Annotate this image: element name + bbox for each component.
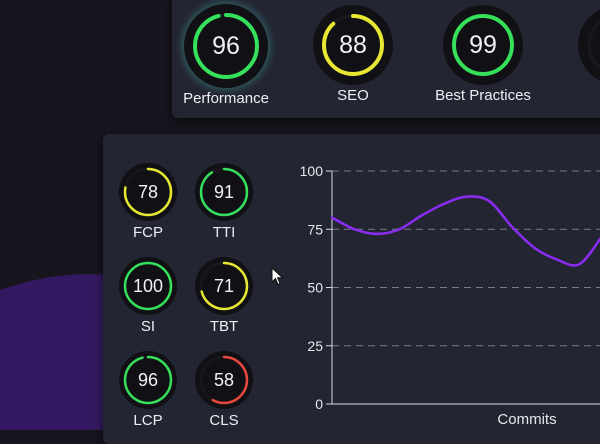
gauge-label: FCP xyxy=(133,224,163,241)
metrics-gauge-lcp[interactable]: 96 LCP xyxy=(119,351,177,429)
gauge-score: 91 xyxy=(213,181,235,202)
series-line xyxy=(330,195,600,267)
gauge-label: Performance xyxy=(183,90,269,107)
gauge-label: LCP xyxy=(133,412,163,429)
y-tick-label-75: 75 xyxy=(307,221,323,237)
mouse-pointer-icon xyxy=(271,267,284,286)
performance-history-chart: 0 25 50 75 100 Commits xyxy=(300,163,600,428)
gauge-label: SI xyxy=(140,318,156,335)
top_scores-gauge-performance[interactable]: 96 Performance xyxy=(183,4,269,107)
metrics-gauge-tbt[interactable]: 71 TBT xyxy=(195,257,253,335)
gauge-score: 78 xyxy=(137,181,159,202)
gauge-score: 58 xyxy=(213,369,235,390)
gauge-score xyxy=(578,5,600,85)
metrics-gauge-fcp[interactable]: 78 FCP xyxy=(119,163,177,241)
metrics-gauge-tti[interactable]: 91 TTI xyxy=(195,163,253,241)
gauge-score: 96 xyxy=(137,369,159,390)
y-tick-label-100: 100 xyxy=(300,163,324,179)
gauge-label: TTI xyxy=(212,224,236,241)
gauge-score: 96 xyxy=(212,31,240,60)
y-tick-label-25: 25 xyxy=(307,338,323,354)
top_scores-gauge-acc[interactable]: Acc xyxy=(578,5,600,85)
top_scores-gauge-seo[interactable]: 88 SEO xyxy=(313,5,393,104)
gauge-score: 88 xyxy=(339,30,367,59)
y-tick-label-50: 50 xyxy=(307,280,323,296)
metrics-panel: 0 25 50 75 100 Commits 78 FCP 91 TTI 100 SI 71 TBT 96… xyxy=(103,134,600,444)
metrics-gauge-cls[interactable]: 58 CLS xyxy=(195,351,253,429)
metrics-gauge-si[interactable]: 100 SI xyxy=(119,257,177,335)
gauge-label: TBT xyxy=(209,318,239,335)
gauge-score: 100 xyxy=(132,275,164,296)
top_scores-gauge-best-practices[interactable]: 99 Best Practices xyxy=(435,5,531,104)
gauge-label: CLS xyxy=(209,412,239,429)
y-tick-label-0: 0 xyxy=(315,396,323,412)
gauge-score: 71 xyxy=(213,275,235,296)
gauge-label: SEO xyxy=(337,87,369,104)
gauge-score: 99 xyxy=(469,30,497,59)
x-axis-title: Commits xyxy=(497,411,556,428)
category-scores-panel: 96 Performance 88 SEO 99 Best Practices Acc xyxy=(172,0,600,118)
gauge-label: Best Practices xyxy=(435,87,531,104)
